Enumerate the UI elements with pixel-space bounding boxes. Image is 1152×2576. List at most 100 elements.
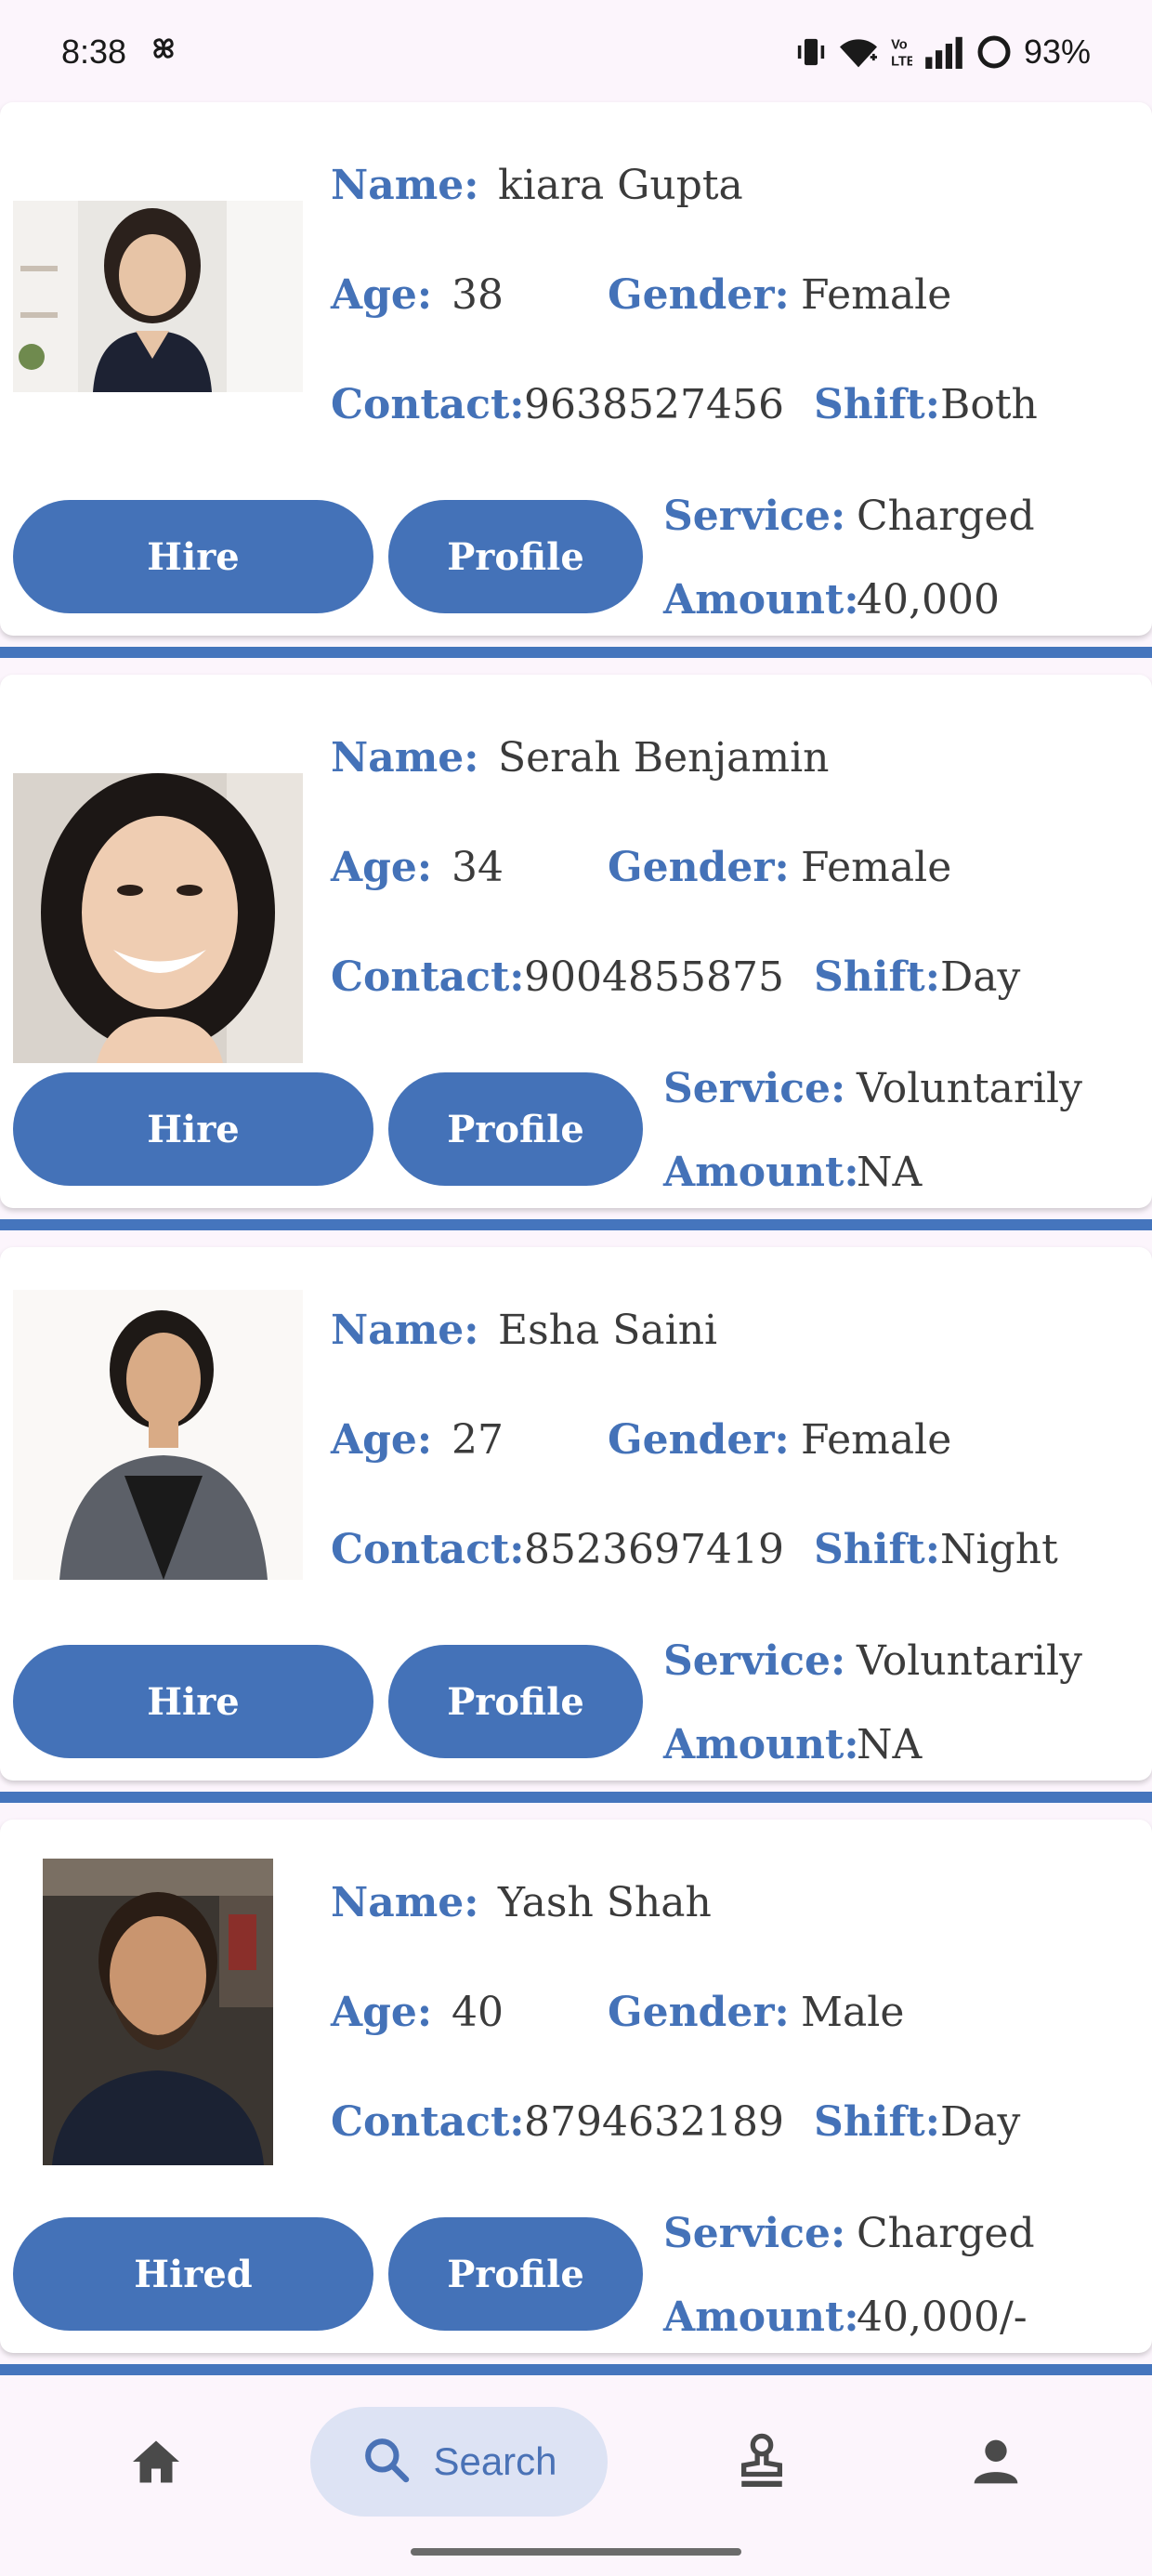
- pinwheel-icon: [147, 32, 180, 73]
- gender-value: Female: [801, 844, 952, 891]
- home-indicator[interactable]: [411, 2548, 741, 2556]
- card-divider: [0, 1792, 1152, 1803]
- volte-icon: Vo LTE: [890, 33, 912, 71]
- search-icon: [360, 2434, 412, 2490]
- status-right: Vo LTE 93%: [795, 33, 1091, 72]
- shift-value: Night: [940, 1526, 1058, 1573]
- hire-button[interactable]: Hire: [13, 500, 373, 613]
- vibrate-icon: [795, 33, 827, 71]
- person-icon: [970, 2436, 1022, 2491]
- amount-value: NA: [857, 1149, 923, 1196]
- hire-button[interactable]: Hire: [13, 1645, 373, 1758]
- age-value: 40: [452, 1989, 504, 2036]
- shift-value: Both: [940, 381, 1038, 428]
- profile-button[interactable]: Profile: [388, 500, 643, 613]
- card-divider: [0, 647, 1152, 658]
- profile-button[interactable]: Profile: [388, 2217, 643, 2331]
- amount-label: Amount:: [663, 576, 859, 624]
- name-label: Name:: [331, 734, 479, 782]
- nav-stamp[interactable]: [715, 2418, 808, 2507]
- caregiver-photo: [13, 1290, 303, 1580]
- shift-label: Shift:: [814, 2098, 940, 2146]
- age-label: Age:: [331, 844, 433, 891]
- card-divider: [0, 2364, 1152, 2375]
- name-label: Name:: [331, 1307, 479, 1354]
- shift-label: Shift:: [814, 953, 940, 1001]
- profile-button[interactable]: Profile: [388, 1645, 643, 1758]
- caregiver-photo: [43, 1859, 273, 2165]
- amount-label: Amount:: [663, 1149, 859, 1196]
- contact-label: Contact:: [331, 953, 525, 1001]
- battery-ring-icon: [975, 33, 1013, 71]
- service-value: Charged: [857, 2210, 1035, 2257]
- gender-value: Male: [801, 1989, 905, 2036]
- battery-percent: 93%: [1023, 33, 1091, 71]
- svg-text:Vo: Vo: [891, 37, 908, 52]
- wifi-icon: [838, 33, 879, 71]
- service-label: Service:: [663, 1637, 846, 1685]
- gender-value: Female: [801, 1416, 952, 1464]
- age-value: 27: [452, 1416, 504, 1464]
- bottom-navigation: Search: [0, 2375, 1152, 2576]
- gender-label: Gender:: [608, 844, 790, 891]
- shift-label: Shift:: [814, 1526, 940, 1573]
- amount-label: Amount:: [663, 1721, 859, 1768]
- contact-value: 9004855875: [524, 953, 784, 1001]
- age-label: Age:: [331, 1989, 433, 2036]
- status-bar: 8:38 Vo LTE 93%: [0, 0, 1152, 104]
- name-value: Yash Shah: [498, 1879, 712, 1926]
- gender-label: Gender:: [608, 1989, 790, 2036]
- name-value: kiara Gupta: [498, 162, 743, 209]
- caregiver-photo: [13, 773, 303, 1063]
- caregiver-photo: [13, 201, 303, 392]
- amount-value: 40,000/-: [857, 2293, 1028, 2341]
- signal-icon: [923, 35, 964, 69]
- nav-search-label: Search: [433, 2439, 557, 2483]
- contact-value: 9638527456: [524, 381, 784, 428]
- name-label: Name:: [331, 162, 479, 209]
- contact-value: 8523697419: [524, 1526, 784, 1573]
- shift-value: Day: [940, 2098, 1021, 2146]
- caregiver-card: Name: Serah Benjamin Age: 34 Gender: Fem…: [0, 675, 1152, 1208]
- nav-home[interactable]: [110, 2422, 203, 2505]
- amount-value: NA: [857, 1721, 923, 1768]
- service-label: Service:: [663, 1065, 846, 1112]
- svg-text:LTE: LTE: [891, 55, 912, 70]
- gender-label: Gender:: [608, 271, 790, 319]
- service-value: Voluntarily: [857, 1637, 1082, 1685]
- name-value: Serah Benjamin: [498, 734, 830, 782]
- hire-button[interactable]: Hire: [13, 1072, 373, 1186]
- caregiver-card: Name: kiara Gupta Age: 38 Gender: Female…: [0, 102, 1152, 636]
- contact-label: Contact:: [331, 381, 525, 428]
- age-value: 34: [452, 844, 504, 891]
- service-label: Service:: [663, 493, 846, 540]
- gender-label: Gender:: [608, 1416, 790, 1464]
- amount-value: 40,000: [857, 576, 1000, 624]
- stamp-icon: [735, 2430, 789, 2495]
- contact-label: Contact:: [331, 2098, 525, 2146]
- card-divider: [0, 1219, 1152, 1230]
- nav-search[interactable]: Search: [310, 2407, 608, 2517]
- service-value: Charged: [857, 493, 1035, 540]
- age-label: Age:: [331, 1416, 433, 1464]
- name-label: Name:: [331, 1879, 479, 1926]
- service-value: Voluntarily: [857, 1065, 1082, 1112]
- service-label: Service:: [663, 2210, 846, 2257]
- status-left: 8:38: [61, 32, 180, 73]
- contact-label: Contact:: [331, 1526, 525, 1573]
- shift-label: Shift:: [814, 381, 940, 428]
- home-icon: [128, 2436, 184, 2491]
- age-label: Age:: [331, 271, 433, 319]
- age-value: 38: [452, 271, 504, 319]
- contact-value: 8794632189: [524, 2098, 784, 2146]
- caregiver-card: Name: Esha Saini Age: 27 Gender: Female …: [0, 1247, 1152, 1781]
- profile-button[interactable]: Profile: [388, 1072, 643, 1186]
- status-time: 8:38: [61, 33, 127, 71]
- shift-value: Day: [940, 953, 1021, 1001]
- hired-button[interactable]: Hired: [13, 2217, 373, 2331]
- name-value: Esha Saini: [498, 1307, 718, 1354]
- gender-value: Female: [801, 271, 952, 319]
- amount-label: Amount:: [663, 2293, 859, 2341]
- nav-profile[interactable]: [949, 2422, 1042, 2505]
- caregiver-card: Name: Yash Shah Age: 40 Gender: Male Con…: [0, 1820, 1152, 2353]
